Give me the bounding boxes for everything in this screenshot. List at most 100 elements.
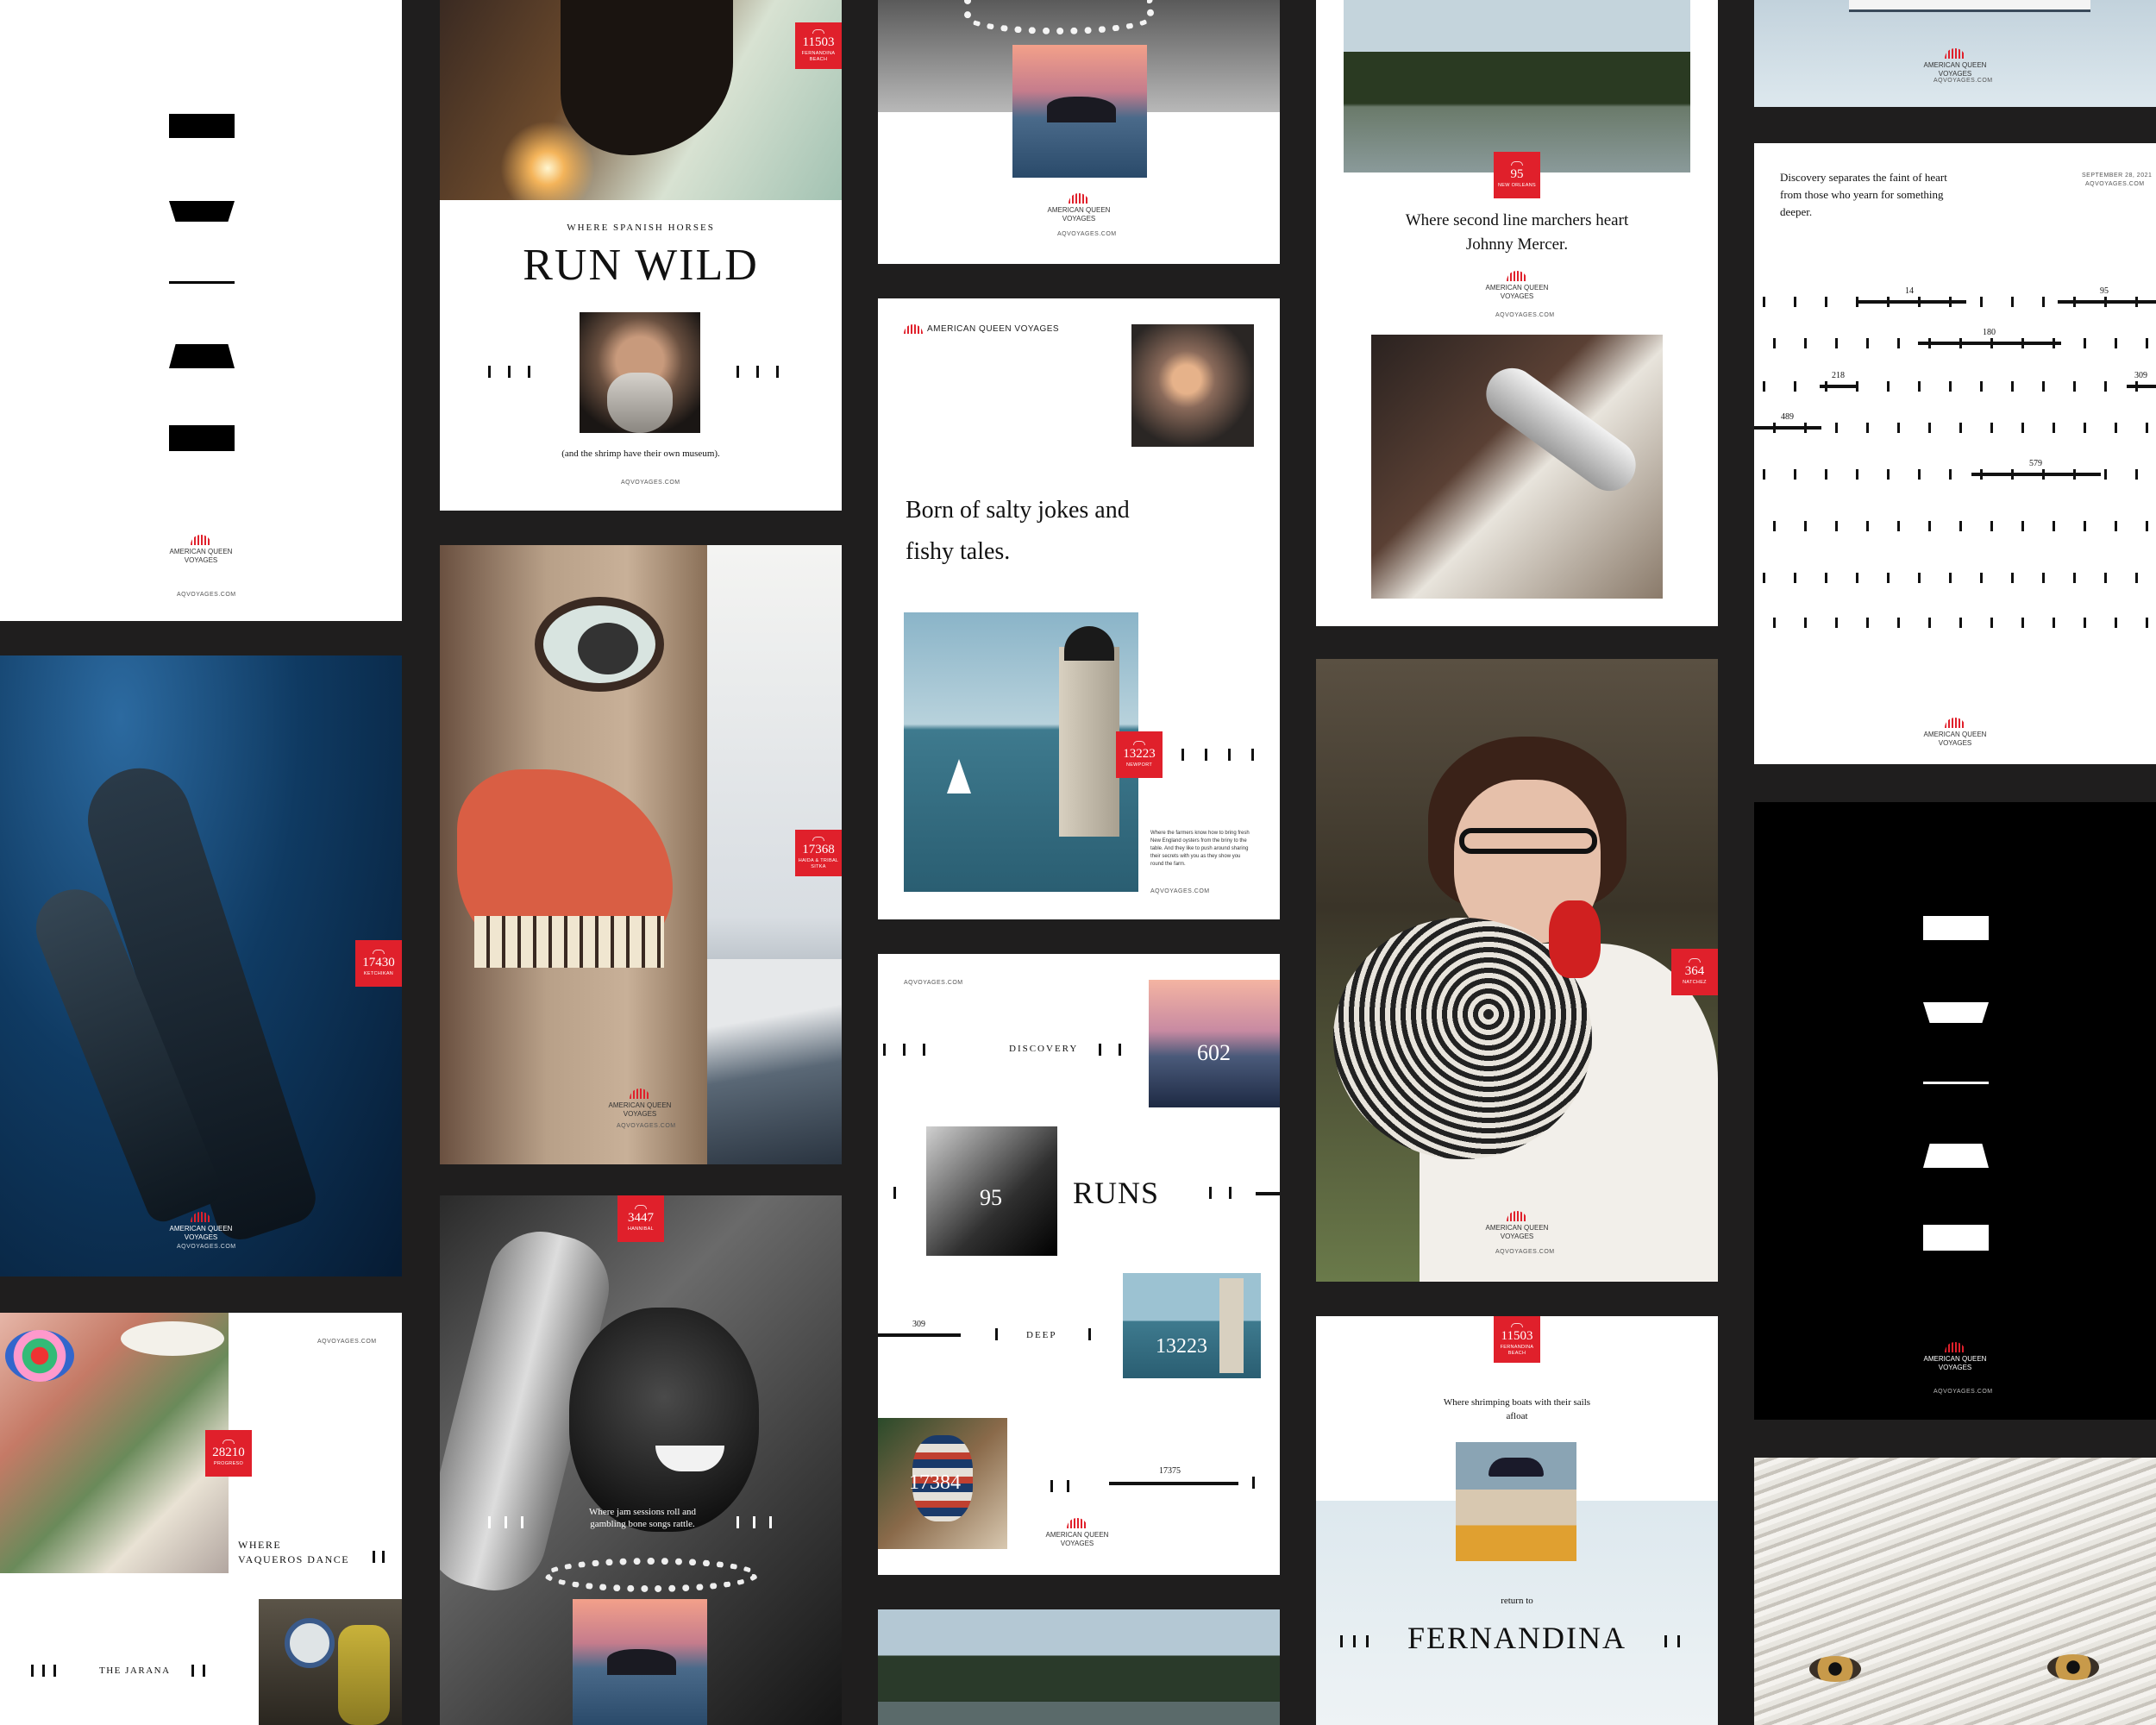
brand-logo: AMERICAN QUEEN VOYAGES: [158, 1212, 244, 1242]
caption: (and the shrimp have their own museum).: [561, 448, 720, 459]
route-tick: [1897, 618, 1900, 628]
number-13223: 13223: [1156, 1335, 1207, 1358]
pearl-necklace: [543, 1558, 759, 1592]
tick-marks: [883, 1044, 925, 1056]
number-309: 309: [912, 1320, 925, 1329]
trumpet: [1476, 357, 1646, 502]
tick-marks: [1209, 1187, 1232, 1199]
url: AQVOYAGES.COM: [904, 980, 963, 986]
route-tick: [2053, 521, 2055, 531]
brand-header: AMERICAN QUEEN VOYAGES: [904, 324, 1059, 334]
route-bar: [1754, 426, 1821, 430]
route-tick: [2115, 521, 2117, 531]
route-tick: [1835, 618, 1838, 628]
url: AQVOYAGES.COM: [1495, 1249, 1555, 1255]
kicker: Where shrimping boats with their sails a…: [1443, 1397, 1591, 1421]
poster-saxophone: 3447 HANNIBAL Where jam sessions roll and…: [440, 1195, 842, 1725]
route-tick: [1773, 521, 1776, 531]
route-tick: [1835, 521, 1838, 531]
route-tick: [1794, 381, 1796, 392]
route-tick: [1763, 573, 1765, 583]
route-tick: [1959, 618, 1962, 628]
route-tick: [1887, 381, 1890, 392]
poster-cypress-bottom: [878, 1609, 1280, 1725]
brand-logo: AMERICAN QUEEN VOYAGES: [597, 1088, 683, 1119]
logo-mark-line: [1923, 1082, 1989, 1084]
brand-logo: AMERICAN QUEEN VOYAGES: [1912, 718, 1998, 748]
route-tick: [2011, 573, 2014, 583]
tick-marks: [488, 1516, 523, 1528]
trumpet-player-photo: [1371, 335, 1663, 599]
poster-logo-white: AMERICAN QUEEN VOYAGES AQVOYAGES.COM: [0, 0, 402, 621]
horse-silhouette: [561, 0, 733, 155]
url: AQVOYAGES.COM: [621, 480, 680, 486]
lighthouse-tower: [1219, 1278, 1244, 1373]
route-tick: [2021, 423, 2024, 433]
url: AQVOYAGES.COM: [1057, 231, 1117, 237]
word-runs: RUNS: [1073, 1176, 1160, 1210]
oyster-photo: [1131, 324, 1254, 447]
body-copy: Where the farmers know how to bring fres…: [1150, 831, 1250, 867]
logo-mark-block-2: [1923, 1002, 1989, 1023]
route-bar: [1971, 473, 2101, 476]
route-tick: [1804, 521, 1807, 531]
word-deep: DEEP: [1026, 1330, 1057, 1340]
route-tick: [1866, 618, 1869, 628]
route-tick: [1763, 297, 1765, 307]
tick-marks: [736, 366, 779, 378]
headline-line2: VAQUEROS DANCE: [238, 1553, 350, 1565]
route-label: 579: [2029, 459, 2042, 468]
tick-marks: [995, 1328, 998, 1340]
route-label: 180: [1983, 328, 1996, 337]
route-tick: [1959, 423, 1962, 433]
poster-rooster: 364 NATCHEZ AMERICAN QUEEN VOYAGES AQVOYAG…: [1316, 659, 1718, 1282]
route-tick: [1763, 381, 1765, 392]
route-tick: [1794, 573, 1796, 583]
route-tick: [1866, 338, 1869, 348]
route-tick: [1959, 521, 1962, 531]
location-badge: 28210 PROGRESO: [205, 1430, 252, 1477]
number-17375: 17375: [1159, 1466, 1181, 1476]
poster-boat-top: AMERICAN QUEEN VOYAGES AQVOYAGES.COM: [1754, 0, 2156, 107]
tick-marks: [1050, 1480, 1069, 1492]
beard: [607, 373, 673, 433]
tick-marks: [191, 1665, 205, 1677]
route-tick: [1980, 297, 1983, 307]
route-tick: [1835, 338, 1838, 348]
brand-logo: AMERICAN QUEEN VOYAGES: [158, 535, 244, 565]
route-tick: [2042, 297, 2045, 307]
brand-logo: AMERICAN QUEEN VOYAGES: [1474, 1211, 1560, 1241]
location-badge: 13223 NEWPORT: [1116, 731, 1163, 778]
route-label: 218: [1832, 371, 1845, 380]
tick-marks: [488, 366, 530, 378]
poster-oyster: AMERICAN QUEEN VOYAGES Born of salty jok…: [878, 298, 1280, 919]
totem-mouth: [474, 916, 664, 968]
route-tick: [1949, 469, 1952, 480]
number-17384: 17384: [909, 1471, 961, 1494]
tagline: Where jam sessions roll and gambling bon…: [588, 1507, 697, 1529]
route-label: 309: [2134, 371, 2147, 380]
route-bar: [2058, 300, 2156, 304]
captain-hat: [1489, 1458, 1544, 1477]
route-tick: [1990, 423, 1993, 433]
route-tick: [2135, 469, 2138, 480]
route-tick: [2084, 423, 2086, 433]
boat: [1849, 0, 2090, 12]
route-bar: [1820, 385, 1858, 388]
sun-icon: [904, 324, 923, 334]
horse-photo: [440, 0, 842, 200]
url: AQVOYAGES.COM: [2085, 181, 2145, 187]
sailboat: [947, 759, 971, 794]
kicker: WHERE SPANISH HORSES: [567, 223, 715, 233]
route-tick: [1773, 338, 1776, 348]
glasses: [1459, 828, 1597, 854]
route-tick: [1980, 573, 1983, 583]
scale-dial: [285, 1618, 335, 1668]
route-tick: [2053, 423, 2055, 433]
route-tick: [1856, 469, 1858, 480]
return-to: return to: [1501, 1596, 1533, 1606]
lighthouse-lamp: [1064, 626, 1114, 661]
route-bar: [1109, 1482, 1238, 1485]
url: AQVOYAGES.COM: [1495, 312, 1555, 318]
poster-horse: 11503 FERNANDINA BEACH WHERE SPANISH HORS…: [440, 0, 842, 511]
